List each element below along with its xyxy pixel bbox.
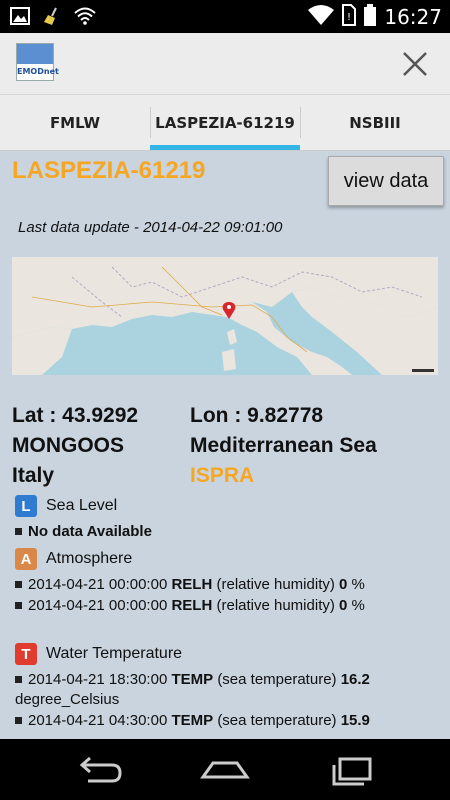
reading-param: RELH [171,597,213,614]
reading-value: 15.9 [340,712,370,729]
app-logo[interactable]: EMODnet [16,43,59,81]
latitude: Lat : 43.9292 [12,404,139,427]
station-map[interactable] [12,257,438,375]
reading-desc: (relative humidity) [216,576,335,593]
list-item: 2014-04-21 00:00:00 RELH (relative humid… [15,596,445,616]
tab-fmlw[interactable]: FMLW [0,95,150,150]
atmosphere-badge-icon: A [15,548,37,570]
close-icon [403,52,427,76]
reading-param: TEMP [171,712,214,729]
reading-unit: % [351,597,365,614]
station-title: LASPEZIA-61219 [12,157,206,184]
last-update-text: Last data update - 2014-04-22 09:01:00 [18,219,283,236]
home-icon [200,761,250,779]
water-temperature-badge-icon: T [15,643,37,665]
list-item: No data Available [15,522,445,542]
view-data-button[interactable]: view data [328,156,444,206]
action-bar: EMODnet [0,33,450,95]
list-item: 2014-04-21 04:30:00 TEMP (sea temperatur… [15,711,445,731]
reading-param: RELH [171,576,213,593]
water-temperature-header: T Water Temperature [15,643,182,665]
atmosphere-header: A Atmosphere [15,548,132,570]
recent-apps-icon [332,757,372,786]
tab-nsbiii[interactable]: NSBIII [300,95,450,150]
reading-unit: % [351,576,365,593]
home-button[interactable] [195,751,255,789]
water-temperature-title: Water Temperature [46,645,183,662]
no-sim-icon: ! [342,4,357,30]
institution-link[interactable]: ISPRA [190,464,254,488]
reading-desc: (sea temperature) [217,671,337,688]
image-icon [10,7,30,29]
no-data-text: No data Available [28,523,152,540]
station-info: Lat : 43.9292 Lon : 9.82778 MONGOOS Medi… [12,401,442,491]
sea: Mediterranean Sea [190,434,377,457]
navigation-bar [0,739,450,800]
map-image [12,257,438,375]
back-button[interactable] [70,751,130,789]
atmosphere-title: Atmosphere [46,550,133,567]
wifi-icon [74,7,96,29]
list-item: 2014-04-21 18:30:00 TEMP (sea temperatur… [15,670,445,710]
reading-date: 2014-04-21 18:30:00 [28,671,168,688]
reading-unit: degree_Celsius [15,691,120,708]
sea-level-title: Sea Level [46,497,118,514]
sea-level-badge-icon: L [15,495,37,517]
longitude: Lon : 9.82778 [190,404,324,427]
reading-param: TEMP [171,671,214,688]
broom-icon [42,6,62,30]
app-logo-text: EMODnet [17,67,59,76]
reading-value: 0 [339,597,348,614]
sea-level-header: L Sea Level [15,495,117,517]
network: MONGOOS [12,434,125,457]
reading-date: 2014-04-21 00:00:00 [28,597,168,614]
reading-desc: (sea temperature) [217,712,337,729]
reading-desc: (relative humidity) [216,597,335,614]
country: Italy [12,464,55,487]
status-bar: ! 16:27 [0,0,450,33]
reading-value: 0 [339,576,348,593]
back-icon [79,756,122,783]
wifi-signal-icon [308,4,335,30]
battery-icon [364,4,377,30]
svg-text:!: ! [347,12,351,23]
tab-laspezia-61219[interactable]: LASPEZIA-61219 [150,95,300,150]
recent-apps-button[interactable] [322,751,382,789]
reading-value: 16.2 [340,671,370,688]
status-time: 16:27 [384,5,442,29]
reading-date: 2014-04-21 00:00:00 [28,576,168,593]
station-tabs: FMLW LASPEZIA-61219 NSBIII [0,95,450,151]
reading-date: 2014-04-21 04:30:00 [28,712,168,729]
station-content[interactable]: LASPEZIA-61219 view data Last data updat… [0,151,450,739]
list-item: 2014-04-21 00:00:00 RELH (relative humid… [15,575,445,595]
close-button[interactable] [400,49,430,79]
